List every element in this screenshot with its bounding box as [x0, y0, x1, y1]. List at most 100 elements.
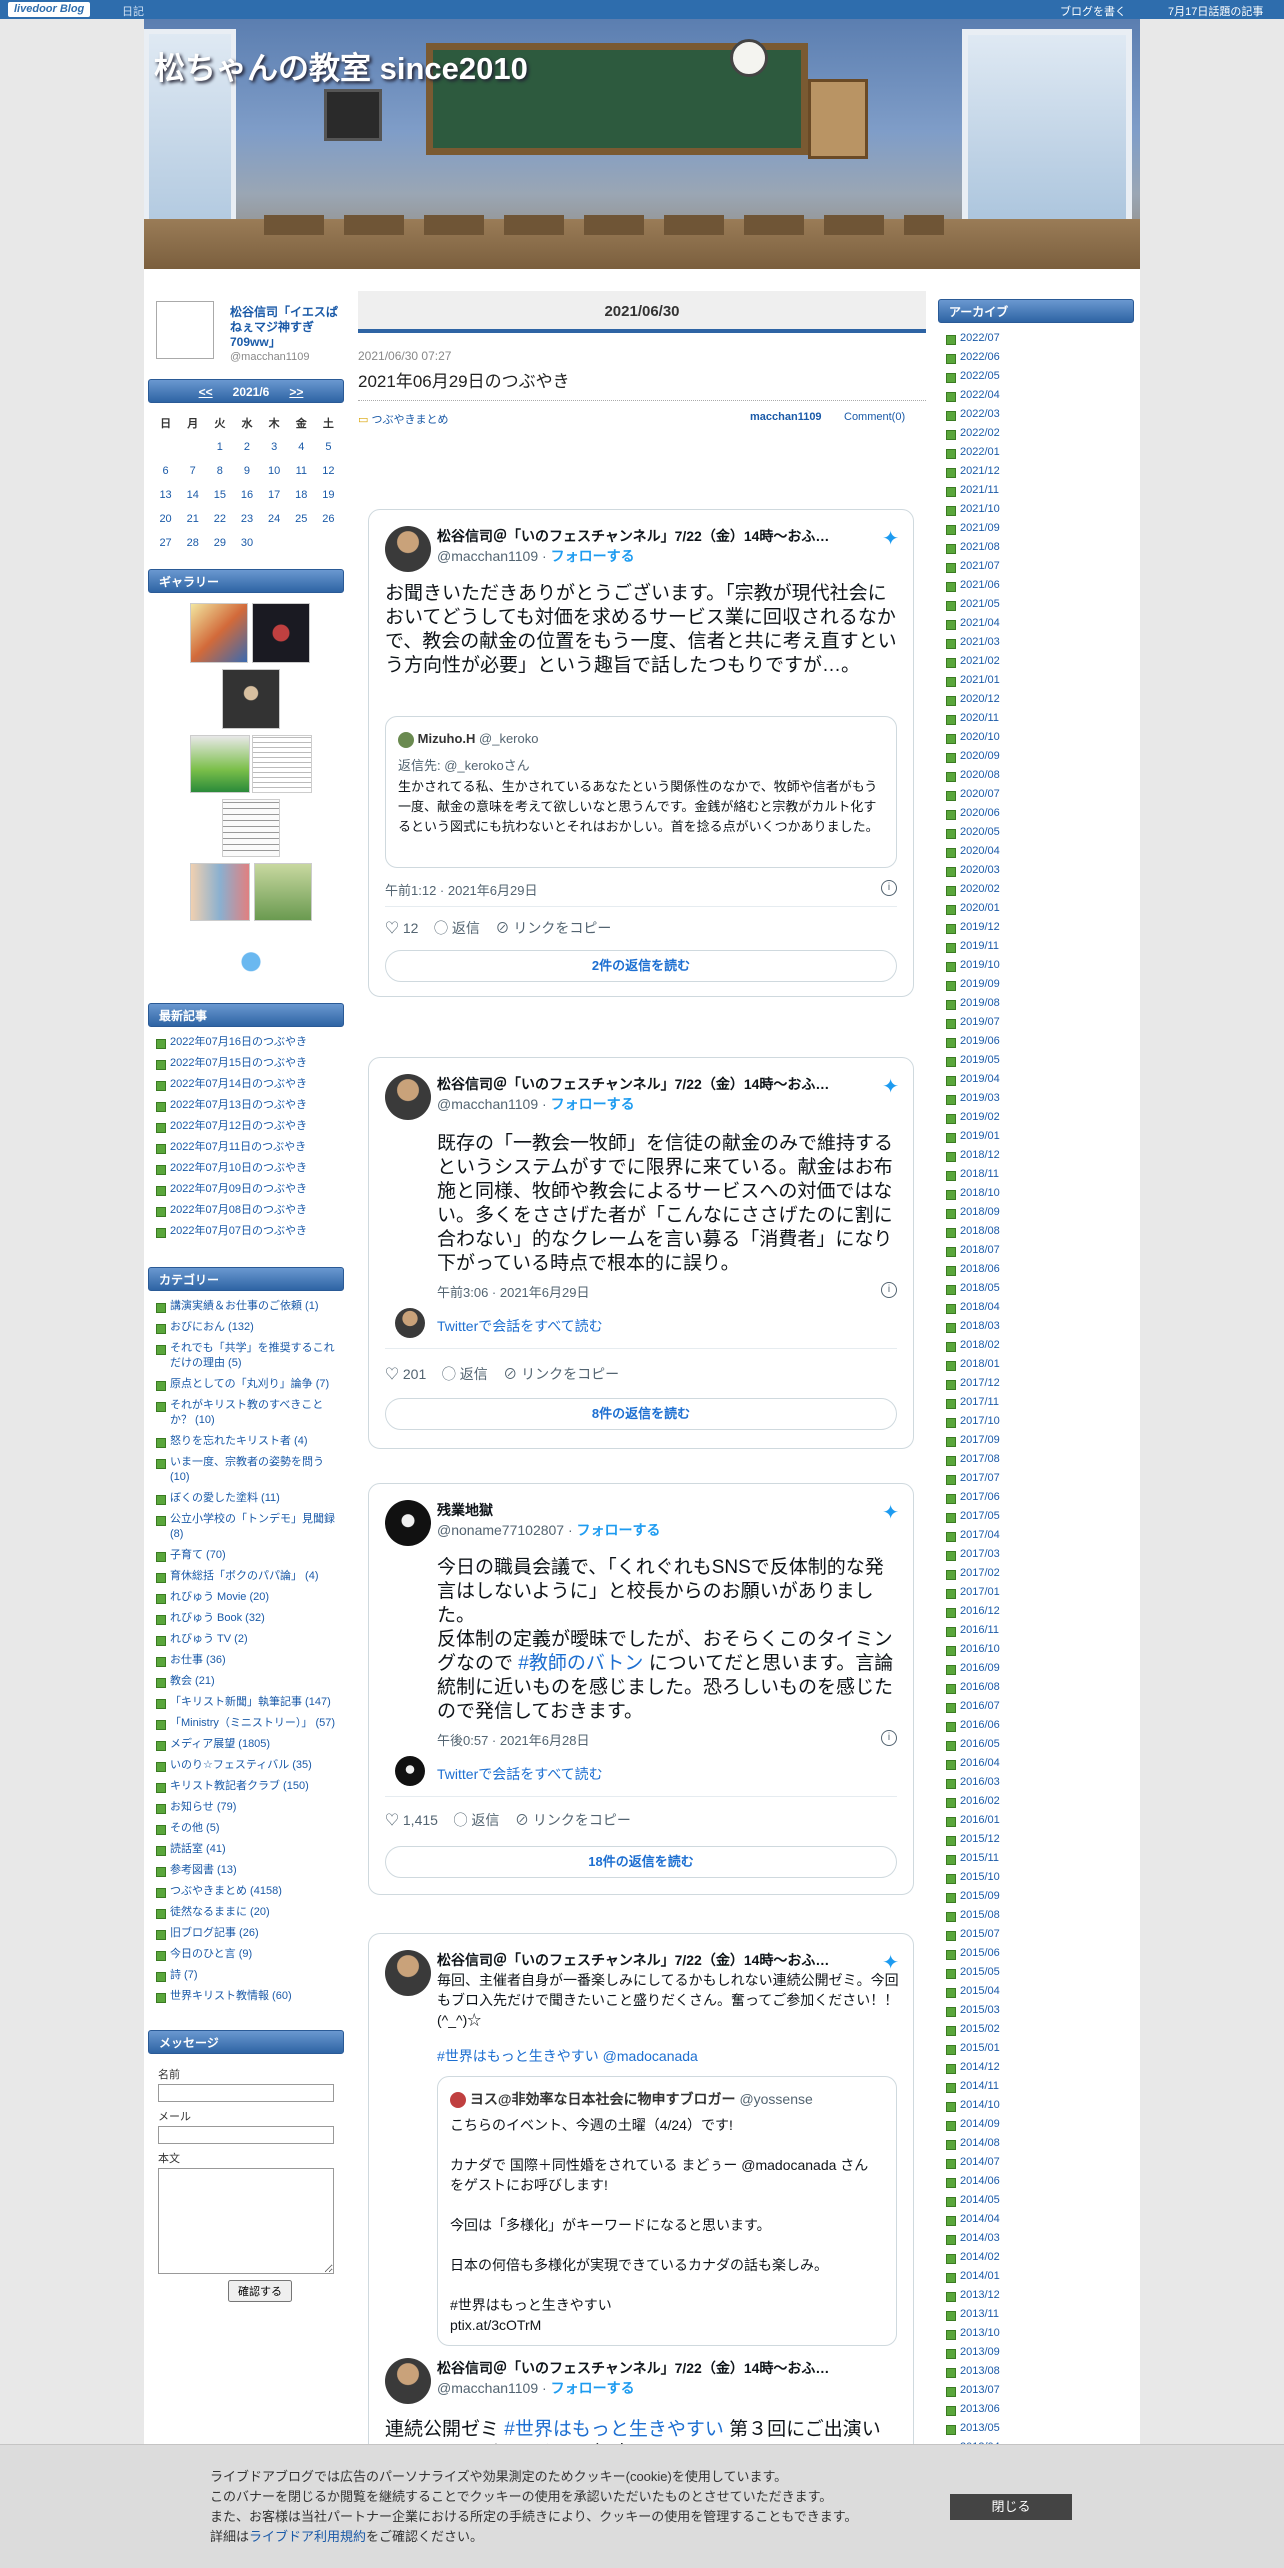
calendar-day[interactable]: 29 [214, 537, 226, 549]
archive-link[interactable]: 2020/08 [960, 769, 1000, 781]
tweet-time[interactable]: 午後0:57 · 2021年6月28日 [437, 1730, 589, 1749]
close-banner-button[interactable]: 閉じる [950, 2494, 1072, 2520]
message-body-field[interactable] [158, 2168, 334, 2274]
like-icon[interactable]: ♡ [385, 1366, 399, 1382]
calendar-day[interactable]: 22 [214, 513, 226, 525]
reply-button[interactable]: 返信 [452, 920, 480, 936]
category-link[interactable]: れびゅう Movie (20) [170, 1591, 269, 1603]
archive-link[interactable]: 2021/11 [960, 484, 999, 496]
archive-link[interactable]: 2016/03 [960, 1776, 1000, 1788]
archive-link[interactable]: 2014/04 [960, 2213, 1000, 2225]
archive-link[interactable]: 2019/09 [960, 978, 1000, 990]
follow-link[interactable]: フォローする [577, 1522, 661, 1538]
archive-link[interactable]: 2015/07 [960, 1928, 1000, 1940]
archive-link[interactable]: 2022/02 [960, 427, 1000, 439]
category-link[interactable]: おびにおん (132) [170, 1321, 254, 1333]
calendar-day[interactable]: 28 [187, 537, 199, 549]
archive-link[interactable]: 2016/01 [960, 1814, 1000, 1826]
archive-link[interactable]: 2021/02 [960, 655, 1000, 667]
category-link[interactable]: その他 (5) [170, 1822, 220, 1834]
calendar-day[interactable]: 7 [190, 465, 196, 477]
archive-link[interactable]: 2019/12 [960, 921, 1000, 933]
archive-link[interactable]: 2021/12 [960, 465, 1000, 477]
category-link[interactable]: 徒然なるままに (20) [170, 1906, 270, 1918]
calendar-day[interactable]: 17 [268, 489, 280, 501]
archive-link[interactable]: 2020/01 [960, 902, 1000, 914]
archive-link[interactable]: 2020/07 [960, 788, 1000, 800]
category-link[interactable]: キリスト教記者クラブ (150) [170, 1780, 309, 1792]
archive-link[interactable]: 2014/09 [960, 2118, 1000, 2130]
calendar-day[interactable]: 11 [296, 465, 307, 477]
calendar-next-link[interactable]: >> [289, 380, 303, 404]
archive-link[interactable]: 2016/12 [960, 1605, 1000, 1617]
category-link[interactable]: 育休総括「ボクのパパ論」 (4) [170, 1570, 319, 1582]
comment-link[interactable]: Comment(0) [844, 411, 905, 423]
tweet-author-name[interactable]: 松谷信司＠「いのフェスチャンネル」7/22（金）14時～おふ… [437, 526, 857, 546]
category-link[interactable]: いま一度、宗教者の姿勢を問う (10) [170, 1456, 324, 1483]
profile-handle[interactable]: @macchan1109 [230, 351, 309, 363]
archive-link[interactable]: 2015/12 [960, 1833, 1000, 1845]
category-link[interactable]: 公立小学校の「トンデモ」見聞録 (8) [170, 1513, 335, 1540]
avatar[interactable] [385, 2358, 431, 2404]
embedded-tweet[interactable]: 松谷信司＠「いのフェスチャンネル」7/22（金）14時～おふ… ✦ 毎回、主催者… [368, 1933, 914, 2493]
archive-link[interactable]: 2018/11 [960, 1168, 999, 1180]
confirm-button[interactable]: 確認する [228, 2280, 292, 2302]
archive-link[interactable]: 2015/10 [960, 1871, 1000, 1883]
archive-link[interactable]: 2016/09 [960, 1662, 1000, 1674]
calendar-prev-link[interactable]: << [199, 380, 213, 404]
archive-link[interactable]: 2017/05 [960, 1510, 1000, 1522]
archive-link[interactable]: 2014/02 [960, 2251, 1000, 2263]
archive-link[interactable]: 2015/05 [960, 1966, 1000, 1978]
archive-link[interactable]: 2017/04 [960, 1529, 1000, 1541]
calendar-day[interactable]: 12 [322, 465, 334, 477]
category-link[interactable]: 詩 (7) [170, 1969, 198, 1981]
link-icon[interactable]: ⊘ [515, 1812, 529, 1828]
archive-link[interactable]: 2015/06 [960, 1947, 1000, 1959]
category-link[interactable]: れびゅう TV (2) [170, 1633, 248, 1645]
archive-link[interactable]: 2022/03 [960, 408, 1000, 420]
archive-link[interactable]: 2019/07 [960, 1016, 1000, 1028]
like-count[interactable]: 1,415 [403, 1812, 438, 1828]
reply-button[interactable]: 返信 [460, 1366, 488, 1382]
archive-link[interactable]: 2017/11 [960, 1396, 999, 1408]
calendar-day[interactable]: 15 [214, 489, 226, 501]
archive-link[interactable]: 2018/05 [960, 1282, 1000, 1294]
calendar-day[interactable]: 1 [217, 441, 223, 453]
archive-link[interactable]: 2013/10 [960, 2327, 1000, 2339]
archive-link[interactable]: 2014/11 [960, 2080, 999, 2092]
archive-link[interactable]: 2020/04 [960, 845, 1000, 857]
category-link[interactable]: 子育て (70) [170, 1549, 226, 1561]
archive-link[interactable]: 2016/02 [960, 1795, 1000, 1807]
read-conversation-link[interactable]: Twitterで会話をすべて読む [437, 1316, 603, 1336]
info-icon[interactable]: i [881, 880, 897, 896]
archive-link[interactable]: 2016/05 [960, 1738, 1000, 1750]
recent-post-link[interactable]: 2022年07月11日のつぶやき [170, 1141, 306, 1153]
archive-link[interactable]: 2018/06 [960, 1263, 1000, 1275]
archive-link[interactable]: 2015/01 [960, 2042, 1000, 2054]
archive-link[interactable]: 2021/03 [960, 636, 1000, 648]
avatar[interactable] [385, 1950, 431, 1996]
category-link[interactable]: いのり☆フェスティバル (35) [170, 1759, 312, 1771]
follow-link[interactable]: フォローする [551, 548, 635, 564]
archive-link[interactable]: 2015/11 [960, 1852, 999, 1864]
archive-link[interactable]: 2016/07 [960, 1700, 1000, 1712]
archive-link[interactable]: 2015/02 [960, 2023, 1000, 2035]
hot-topics-link[interactable]: 7月17日話題の記事 [1168, 3, 1263, 19]
embedded-tweet[interactable]: 松谷信司＠「いのフェスチャンネル」7/22（金）14時～おふ… @macchan… [368, 1057, 914, 1449]
archive-link[interactable]: 2021/01 [960, 674, 1000, 686]
category-link[interactable]: それでも「共学」を推奨するこれだけの理由 (5) [170, 1342, 335, 1369]
calendar-day[interactable]: 19 [322, 489, 334, 501]
calendar-day[interactable]: 26 [322, 513, 334, 525]
archive-link[interactable]: 2015/08 [960, 1909, 1000, 1921]
calendar-day[interactable]: 21 [187, 513, 199, 525]
tweet-time[interactable]: 午前1:12 · 2021年6月29日 [385, 880, 537, 899]
archive-link[interactable]: 2022/07 [960, 332, 1000, 344]
recent-post-link[interactable]: 2022年07月14日のつぶやき [170, 1078, 307, 1090]
archive-link[interactable]: 2015/09 [960, 1890, 1000, 1902]
archive-link[interactable]: 2018/03 [960, 1320, 1000, 1332]
archive-link[interactable]: 2022/01 [960, 446, 1000, 458]
like-count[interactable]: 12 [403, 920, 419, 936]
calendar-day[interactable]: 24 [268, 513, 280, 525]
archive-link[interactable]: 2018/04 [960, 1301, 1000, 1313]
category-link[interactable]: 原点としての「丸刈り」論争 (7) [170, 1378, 329, 1390]
